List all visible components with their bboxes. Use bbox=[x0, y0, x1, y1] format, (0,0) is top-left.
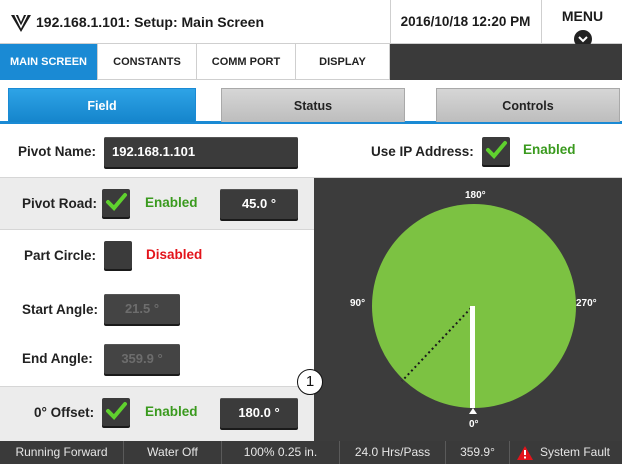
part-circle-label: Part Circle: bbox=[24, 248, 97, 263]
checkmark-icon bbox=[106, 193, 127, 211]
offset-angle-input[interactable]: 180.0 ° bbox=[220, 398, 298, 428]
use-ip-label: Use IP Address: bbox=[371, 144, 474, 159]
status-fault[interactable]: System Fault bbox=[510, 441, 622, 464]
part-circle-checkbox[interactable] bbox=[104, 241, 132, 269]
angle-label-270: 270° bbox=[576, 298, 597, 309]
offset-row: 0° Offset: Enabled 180.0 ° bbox=[0, 387, 314, 441]
menu-label: MENU bbox=[561, 8, 604, 24]
status-water: Water Off bbox=[124, 441, 222, 464]
start-angle-label: Start Angle: bbox=[22, 302, 99, 317]
pivot-name-label: Pivot Name: bbox=[18, 144, 97, 159]
status-speed: 100% 0.25 in. bbox=[222, 441, 340, 464]
end-angle-row: End Angle: 359.9 ° bbox=[0, 335, 314, 387]
top-tab-bar: MAIN SCREEN CONSTANTS COMM PORT DISPLAY bbox=[0, 44, 622, 80]
pivot-name-row: Pivot Name: 192.168.1.101 Use IP Address… bbox=[0, 127, 622, 178]
offset-label: 0° Offset: bbox=[34, 405, 95, 420]
tab-display[interactable]: DISPLAY bbox=[296, 44, 390, 80]
status-angle: 359.9° bbox=[446, 441, 510, 464]
use-ip-checkbox[interactable] bbox=[482, 137, 510, 165]
status-direction: Running Forward bbox=[0, 441, 124, 464]
zero-marker-icon bbox=[469, 408, 477, 414]
pivot-arm bbox=[470, 306, 475, 408]
part-circle-status: Disabled bbox=[146, 247, 203, 262]
pivot-view: 180° 90° 270° 0° bbox=[314, 178, 622, 441]
tab-comm-port[interactable]: COMM PORT bbox=[197, 44, 296, 80]
pivot-road-row: Pivot Road: Enabled 45.0 ° bbox=[0, 178, 314, 230]
tab-controls[interactable]: Controls bbox=[436, 88, 620, 122]
callout-marker: 1 bbox=[297, 369, 323, 395]
valley-logo-icon bbox=[11, 14, 31, 32]
tab-status[interactable]: Status bbox=[221, 88, 405, 122]
pivot-road-label: Pivot Road: bbox=[22, 196, 98, 211]
part-circle-row: Part Circle: Disabled bbox=[0, 230, 314, 281]
warning-icon bbox=[517, 446, 533, 460]
status-hours: 24.0 Hrs/Pass bbox=[340, 441, 446, 464]
sub-tab-bar: Field Status Controls bbox=[0, 80, 622, 124]
checkmark-icon bbox=[486, 141, 507, 159]
checkmark-icon bbox=[106, 402, 127, 420]
angle-label-90: 90° bbox=[350, 298, 366, 309]
offset-checkbox[interactable] bbox=[102, 398, 130, 426]
pivot-diagram bbox=[372, 204, 576, 414]
use-ip-status: Enabled bbox=[523, 142, 576, 157]
pivot-road-status: Enabled bbox=[145, 195, 198, 210]
status-bar: Running Forward Water Off 100% 0.25 in. … bbox=[0, 441, 622, 464]
angle-label-180: 180° bbox=[465, 190, 486, 201]
title-bar: 192.168.1.101: Setup: Main Screen 2016/1… bbox=[0, 0, 622, 48]
start-angle-input[interactable]: 21.5 ° bbox=[104, 294, 180, 324]
window-title: 192.168.1.101: Setup: Main Screen bbox=[36, 14, 264, 30]
angle-label-0: 0° bbox=[469, 419, 479, 430]
pivot-road-angle-input[interactable]: 45.0 ° bbox=[220, 189, 298, 219]
tab-field[interactable]: Field bbox=[8, 88, 196, 122]
end-angle-input[interactable]: 359.9 ° bbox=[104, 344, 180, 374]
end-angle-label: End Angle: bbox=[22, 351, 93, 366]
pivot-name-input[interactable]: 192.168.1.101 bbox=[104, 137, 298, 167]
status-fault-label: System Fault bbox=[540, 445, 611, 459]
date-time: 2016/10/18 12:20 PM bbox=[390, 0, 540, 44]
start-angle-row: Start Angle: 21.5 ° bbox=[0, 281, 314, 335]
pivot-road-checkbox[interactable] bbox=[102, 189, 130, 217]
tab-constants[interactable]: CONSTANTS bbox=[98, 44, 197, 80]
tab-main-screen[interactable]: MAIN SCREEN bbox=[0, 44, 98, 80]
offset-status: Enabled bbox=[145, 404, 198, 419]
menu-button[interactable]: MENU bbox=[541, 0, 622, 48]
